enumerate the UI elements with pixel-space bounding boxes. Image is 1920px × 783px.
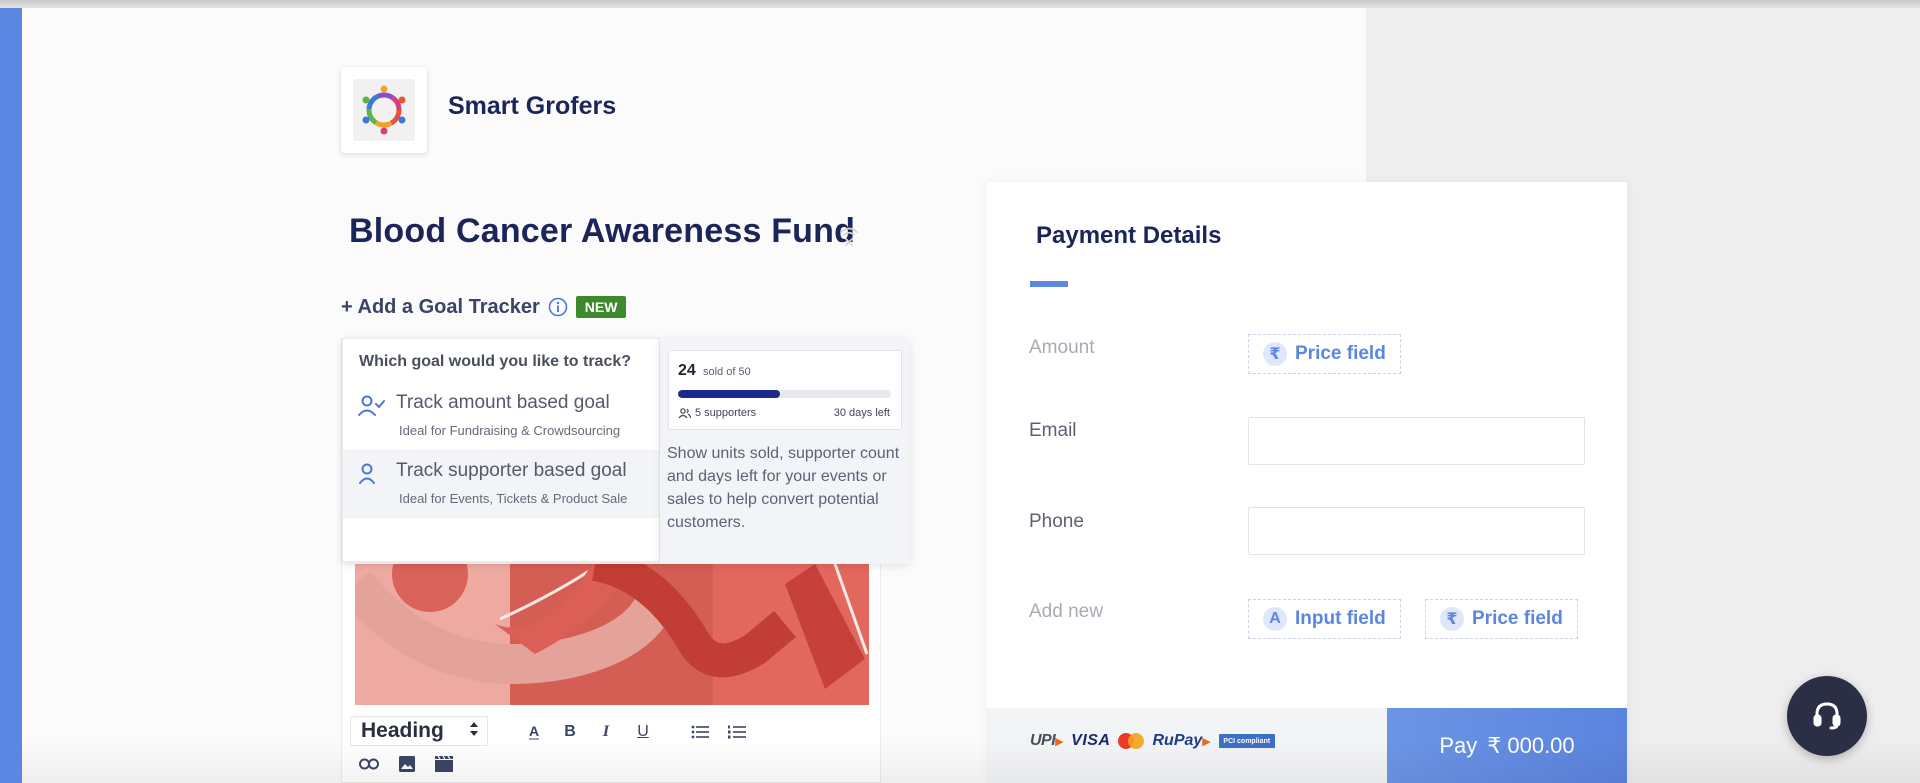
- goal-preview-card: 24 sold of 50 5 supporters 30 days left: [668, 350, 902, 430]
- org-logo[interactable]: [341, 67, 427, 153]
- phone-input[interactable]: [1248, 507, 1585, 555]
- numbered-list-button[interactable]: [724, 719, 750, 745]
- goal-question: Which goal would you like to track?: [359, 353, 632, 370]
- chip-label: Input field: [1295, 608, 1386, 629]
- payment-details-card: Payment Details Amount ₹ Price field Ema…: [987, 182, 1627, 783]
- text-field-icon: A: [1263, 607, 1287, 631]
- goal-option-title: Track amount based goal: [396, 392, 610, 413]
- visa-logo-icon: VISA: [1071, 732, 1111, 749]
- goal-option-amount[interactable]: Track amount based goal Ideal for Fundra…: [343, 382, 659, 450]
- title-underline: [1030, 281, 1068, 287]
- chip-label: Price field: [1295, 343, 1386, 364]
- org-name: Smart Grofers: [448, 92, 617, 120]
- video-clapper-icon: [435, 756, 453, 772]
- preview-sold-count: 24: [678, 362, 696, 379]
- preview-description: Show units sold, supporter count and day…: [667, 445, 900, 531]
- cover-image[interactable]: [355, 564, 869, 705]
- bold-button[interactable]: B: [557, 719, 583, 745]
- block-type-select[interactable]: Heading: [350, 716, 488, 746]
- left-accent-bar: [0, 8, 22, 783]
- goal-tracker-row: + Add a Goal Tracker NEW: [341, 294, 627, 320]
- headset-icon: [1813, 702, 1841, 730]
- upi-logo-icon: UPI▶: [1030, 732, 1064, 749]
- editor-toolbar: Heading A B I U: [348, 713, 876, 783]
- text-color-icon: A: [528, 723, 540, 740]
- bold-icon: B: [564, 723, 576, 740]
- video-button[interactable]: [431, 751, 457, 777]
- chip-label: Price field: [1472, 608, 1563, 629]
- goal-type-popover: Which goal would you like to track? Trac…: [342, 338, 660, 562]
- pay-button-label: Pay: [1439, 732, 1478, 758]
- link-icon: [359, 758, 379, 770]
- add-goal-tracker-link[interactable]: + Add a Goal Tracker: [341, 296, 540, 319]
- email-label: Email: [1029, 420, 1077, 441]
- info-icon[interactable]: [548, 297, 568, 317]
- amount-label: Amount: [1029, 337, 1095, 358]
- goal-option-subtitle: Ideal for Events, Tickets & Product Sale: [399, 491, 628, 506]
- italic-button[interactable]: I: [593, 719, 619, 745]
- preview-supporters-text: 5 supporters: [695, 407, 757, 419]
- new-badge: NEW: [575, 296, 627, 318]
- numbered-list-icon: [728, 725, 746, 739]
- select-arrows-icon: [469, 719, 479, 743]
- image-button[interactable]: [394, 751, 420, 777]
- add-price-field-chip[interactable]: ₹ Price field: [1425, 599, 1578, 639]
- underline-icon: U: [637, 723, 649, 740]
- mastercard-logo-icon: [1118, 733, 1145, 749]
- phone-label: Phone: [1029, 511, 1084, 532]
- payment-footer: UPI▶ VISA RuPay▶ PCI compliant Pay ₹ 000…: [987, 708, 1627, 783]
- user-check-icon: [357, 394, 385, 418]
- amount-price-field-chip[interactable]: ₹ Price field: [1248, 334, 1401, 374]
- wifi-off-icon: [838, 224, 860, 246]
- text-color-button[interactable]: A: [521, 719, 547, 745]
- payment-details-title: Payment Details: [1036, 222, 1222, 249]
- add-new-label: Add new: [1029, 601, 1103, 622]
- rupay-logo-icon: RuPay▶: [1152, 732, 1211, 749]
- browser-top-edge: [0, 0, 1920, 8]
- italic-icon: I: [602, 723, 610, 740]
- bullet-list-button[interactable]: [687, 719, 713, 745]
- email-input[interactable]: [1248, 417, 1585, 465]
- preview-days-left: 30 days left: [833, 407, 890, 419]
- image-icon: [399, 756, 415, 772]
- campaign-title[interactable]: Blood Cancer Awareness Fund: [349, 212, 855, 251]
- pay-button[interactable]: Pay ₹ 000.00: [1387, 708, 1627, 783]
- block-type-value: Heading: [361, 719, 444, 742]
- goal-preview-panel: 24 sold of 50 5 supporters 30 days left …: [660, 338, 910, 564]
- add-input-field-chip[interactable]: A Input field: [1248, 599, 1401, 639]
- bullet-list-icon: [691, 725, 709, 739]
- user-icon: [357, 462, 385, 486]
- support-chat-button[interactable]: [1787, 676, 1867, 756]
- rupee-icon: ₹: [1263, 342, 1287, 366]
- preview-sold-label: sold of 50: [703, 366, 751, 378]
- preview-progress-bar: [678, 390, 891, 398]
- payment-methods: UPI▶ VISA RuPay▶ PCI compliant: [1030, 732, 1275, 750]
- underline-button[interactable]: U: [630, 719, 656, 745]
- goal-option-supporter[interactable]: Track supporter based goal Ideal for Eve…: [343, 450, 659, 518]
- users-icon: [678, 407, 691, 418]
- pay-button-amount: ₹ 000.00: [1487, 732, 1575, 758]
- community-circle-logo-icon: [353, 79, 415, 141]
- pci-compliant-badge-icon: PCI compliant: [1218, 734, 1275, 748]
- preview-supporters: 5 supporters: [678, 407, 756, 419]
- goal-option-subtitle: Ideal for Fundraising & Crowdsourcing: [399, 423, 621, 438]
- goal-option-title: Track supporter based goal: [396, 460, 627, 481]
- preview-progress-fill: [678, 390, 781, 398]
- rupee-icon: ₹: [1440, 607, 1464, 631]
- link-button[interactable]: [356, 751, 382, 777]
